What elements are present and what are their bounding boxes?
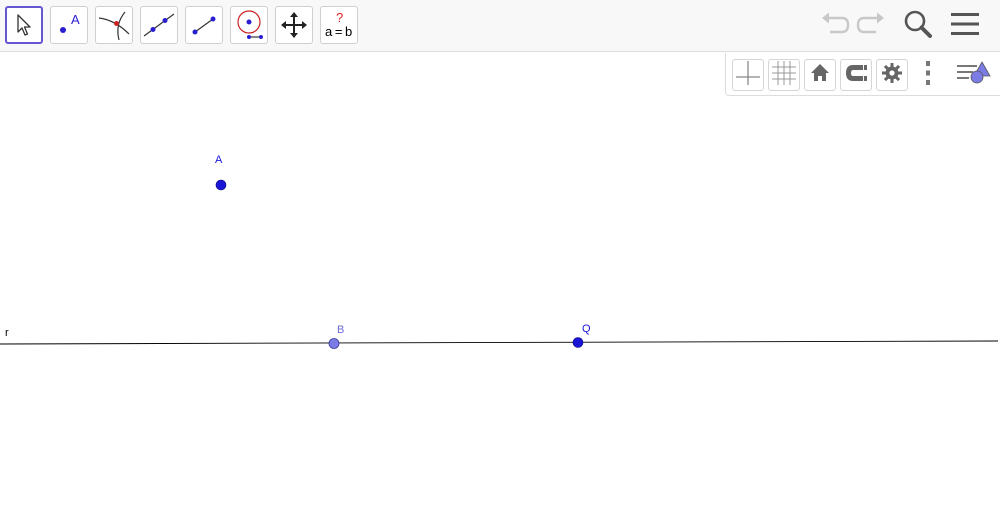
relation-question-mark: ? <box>336 10 344 25</box>
intersect-tool-button[interactable] <box>95 6 133 44</box>
move-arrows-icon <box>280 11 308 39</box>
toggle-grid-button[interactable] <box>768 59 800 91</box>
gear-icon <box>881 62 903 89</box>
point-a-label: A <box>215 154 223 166</box>
search-button[interactable] <box>900 8 936 44</box>
search-icon <box>903 9 933 44</box>
point-q[interactable] <box>572 337 584 348</box>
graphics-settings-button[interactable] <box>876 59 908 91</box>
circle-tool-button[interactable] <box>230 6 268 44</box>
point-capturing-button[interactable] <box>840 59 872 91</box>
move-tool-button[interactable] <box>5 6 43 44</box>
line-through-points-icon <box>142 8 176 42</box>
circle-center-point-icon <box>232 8 266 42</box>
segment-tool-button[interactable] <box>185 6 223 44</box>
line-tool-button[interactable] <box>140 6 178 44</box>
move-graphics-view-tool-button[interactable] <box>275 6 313 44</box>
line-r-label: r <box>5 327 9 339</box>
segment-icon <box>187 8 221 42</box>
intersect-icon <box>97 8 131 42</box>
arrow-pointer-icon <box>14 13 34 37</box>
point-b-label: B <box>337 324 344 336</box>
relation-tool-button[interactable]: ? a = b <box>320 6 358 44</box>
redo-icon <box>856 12 886 41</box>
axes-toggle-icon <box>735 60 761 91</box>
more-vertical-icon <box>924 60 932 91</box>
point-tool-label: A <box>71 12 80 27</box>
line-r[interactable] <box>0 340 999 345</box>
main-menu-button[interactable] <box>947 8 983 44</box>
toolbar: A ? a = b <box>0 0 1000 52</box>
undo-button[interactable] <box>817 8 853 44</box>
relation-equation: a = b <box>325 24 352 39</box>
more-options-button[interactable] <box>912 59 944 91</box>
graphics-style-bar <box>725 53 1000 96</box>
home-icon <box>809 62 831 89</box>
snap-magnet-icon <box>843 62 869 89</box>
point-q-label: Q <box>582 323 591 335</box>
hamburger-menu-icon <box>951 12 979 41</box>
graphics-view[interactable]: r A B Q <box>0 53 1000 500</box>
toggle-axes-button[interactable] <box>732 59 764 91</box>
point-tool-button[interactable]: A <box>50 6 88 44</box>
relation-icon: ? a = b <box>321 7 357 43</box>
point-b[interactable] <box>328 338 340 349</box>
toggle-style-bar-button[interactable] <box>956 59 992 92</box>
toggle-style-bar-icon <box>956 59 992 92</box>
point-icon: A <box>54 10 84 40</box>
standard-view-button[interactable] <box>804 59 836 91</box>
undo-icon <box>820 12 850 41</box>
point-a[interactable] <box>215 179 227 191</box>
grid-toggle-icon <box>771 60 797 91</box>
redo-button[interactable] <box>853 8 889 44</box>
